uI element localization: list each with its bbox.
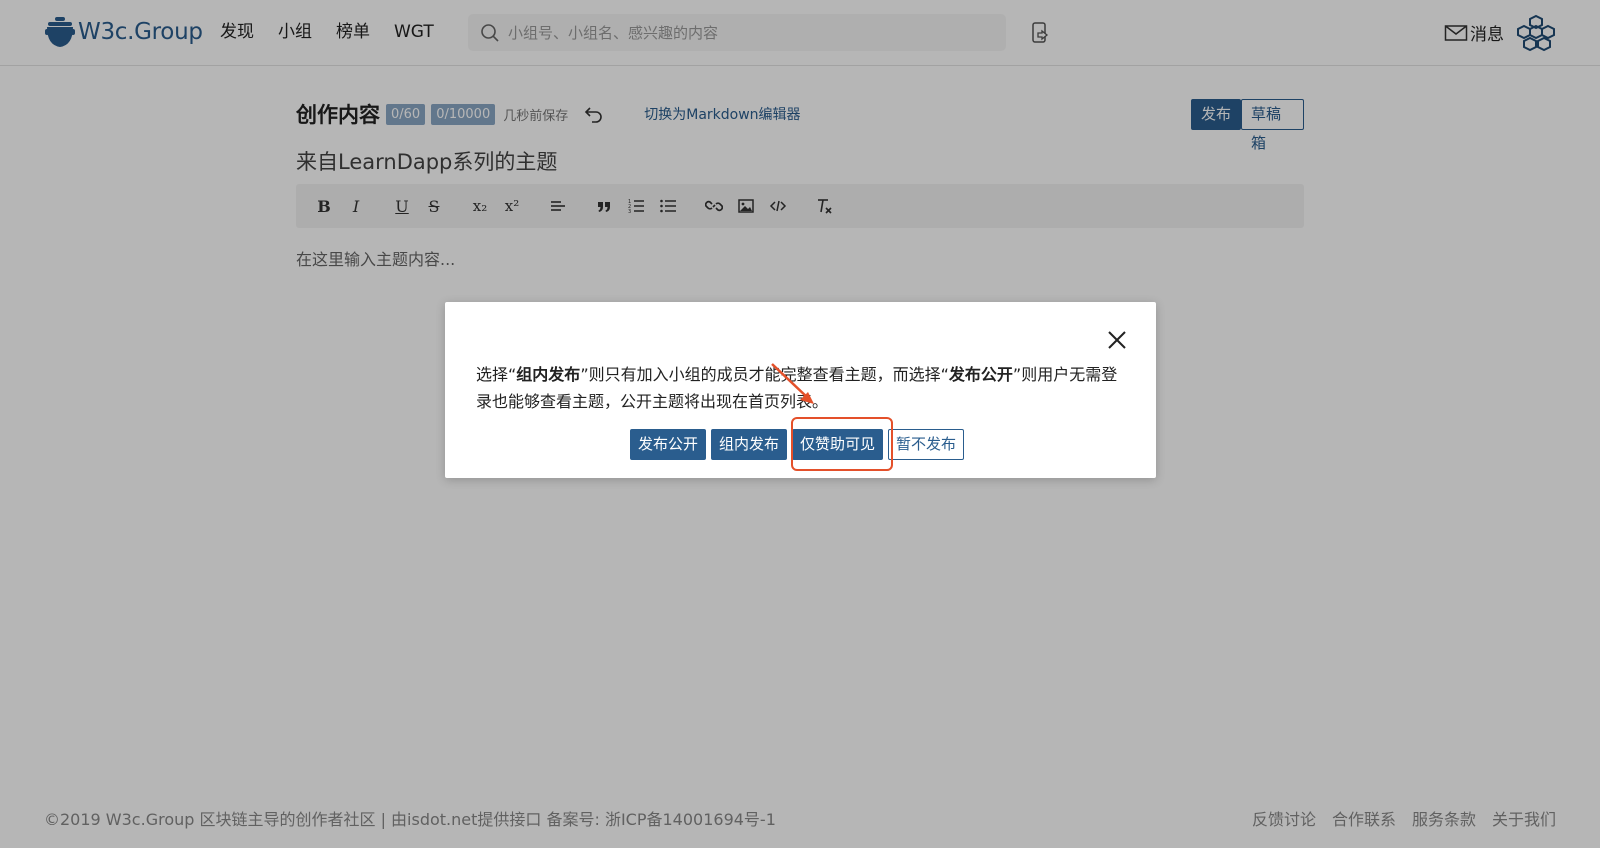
publish-public-button[interactable]: 发布公开 xyxy=(630,429,707,460)
dialog-text-part-2: ”则只有加入小组的成员才能完整查看主题，而选择“ xyxy=(580,365,949,384)
page: W3c.Group 发现 小组 榜单 WGT 消息 xyxy=(0,0,1600,848)
dialog-message: 选择“组内发布”则只有加入小组的成员才能完整查看主题，而选择“发布公开”则用户无… xyxy=(476,361,1126,415)
dialog-text-part-1: 选择“ xyxy=(476,365,517,384)
not-publish-button[interactable]: 暂不发布 xyxy=(888,429,965,460)
publish-dialog: 选择“组内发布”则只有加入小组的成员才能完整查看主题，而选择“发布公开”则用户无… xyxy=(445,302,1156,478)
sponsor-only-button[interactable]: 仅赞助可见 xyxy=(792,429,884,460)
dialog-text-bold-group: 组内发布 xyxy=(516,365,581,384)
dialog-buttons: 发布公开 组内发布 仅赞助可见 暂不发布 xyxy=(630,429,969,460)
publish-group-button[interactable]: 组内发布 xyxy=(711,429,788,460)
close-icon[interactable] xyxy=(1107,330,1127,350)
dialog-text-bold-public: 发布公开 xyxy=(948,365,1013,384)
